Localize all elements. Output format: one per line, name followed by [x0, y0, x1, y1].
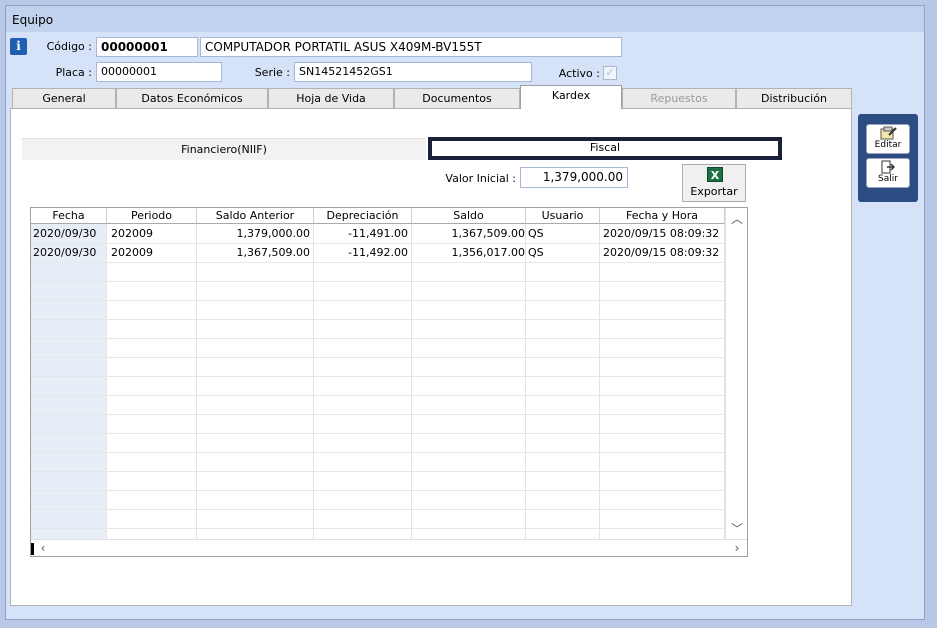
- table-cell[interactable]: 202009: [111, 224, 195, 243]
- column-header-saldo[interactable]: Saldo: [412, 208, 526, 224]
- table-cell[interactable]: 1,367,509.00: [414, 224, 525, 243]
- grid-line: [31, 319, 725, 320]
- scroll-right-icon[interactable]: ›: [731, 541, 743, 555]
- grid-line: [31, 452, 725, 453]
- grid-line: [31, 357, 725, 358]
- scroll-down-icon[interactable]: ﹀: [728, 520, 746, 537]
- tab-kardex[interactable]: Kardex: [520, 85, 622, 109]
- table-cell[interactable]: 2020/09/30: [33, 224, 105, 243]
- table-cell[interactable]: 2020/09/15 08:09:32: [603, 224, 723, 243]
- column-header-fecha[interactable]: Fecha: [31, 208, 107, 224]
- tab-documentos[interactable]: Documentos: [394, 88, 520, 109]
- column-header-depreciacion[interactable]: Depreciación: [314, 208, 412, 224]
- grid-line: [31, 281, 725, 282]
- grid-line: [31, 509, 725, 510]
- table-cell[interactable]: 1,379,000.00: [199, 224, 310, 243]
- grid-line: [31, 338, 725, 339]
- serie-label: Serie :: [254, 66, 290, 79]
- column-header-fecha-hora[interactable]: Fecha y Hora: [600, 208, 725, 224]
- horizontal-scrollbar[interactable]: ‹ ›: [31, 539, 747, 556]
- codigo-field[interactable]: 00000001: [96, 37, 198, 57]
- codigo-label: Código :: [46, 40, 92, 53]
- table-cell[interactable]: 1,356,017.00: [414, 243, 525, 262]
- table-cell[interactable]: 2020/09/30: [33, 243, 105, 262]
- subtab-fiscal[interactable]: Fiscal: [428, 137, 782, 160]
- tab-general[interactable]: General: [12, 88, 116, 109]
- valor-inicial-field[interactable]: 1,379,000.00: [520, 167, 628, 188]
- table-cell[interactable]: 202009: [111, 243, 195, 262]
- salir-button[interactable]: Salir: [866, 158, 910, 188]
- grid-line: [31, 414, 725, 415]
- title-bar: Equipo: [6, 6, 924, 32]
- grid-line: [31, 433, 725, 434]
- scroll-left-icon[interactable]: ‹: [37, 541, 49, 555]
- subtab-financiero[interactable]: Financiero(NIIF): [22, 138, 426, 160]
- excel-icon: X: [707, 167, 723, 182]
- table-cell[interactable]: QS: [528, 224, 598, 243]
- serie-field[interactable]: SN14521452GS1: [294, 62, 532, 82]
- grid-line: [31, 300, 725, 301]
- column-header-saldo-anterior[interactable]: Saldo Anterior: [197, 208, 314, 224]
- table-cell[interactable]: 1,367,509.00: [199, 243, 310, 262]
- placa-label: Placa :: [55, 66, 92, 79]
- activo-label: Activo :: [558, 67, 600, 80]
- column-header-usuario[interactable]: Usuario: [526, 208, 600, 224]
- scroll-position-marker: [31, 543, 34, 555]
- tab-hoja-de-vida[interactable]: Hoja de Vida: [268, 88, 394, 109]
- placa-field[interactable]: 00000001: [96, 62, 222, 82]
- window-title: Equipo: [12, 13, 54, 27]
- grid-line: [31, 395, 725, 396]
- table-cell[interactable]: QS: [528, 243, 598, 262]
- activo-checkbox[interactable]: ✓: [603, 66, 617, 80]
- exportar-label: Exportar: [690, 185, 738, 198]
- table-cell[interactable]: 2020/09/15 08:09:32: [603, 243, 723, 262]
- info-icon[interactable]: i: [10, 38, 27, 55]
- tab-repuestos[interactable]: Repuestos: [622, 88, 736, 109]
- tab-distribucion[interactable]: Distribución: [736, 88, 852, 109]
- grid-line: [31, 262, 725, 263]
- table-cell[interactable]: -11,492.00: [316, 243, 408, 262]
- table-cell[interactable]: -11,491.00: [316, 224, 408, 243]
- scroll-up-icon[interactable]: ︿: [728, 210, 746, 227]
- grid-line: [31, 376, 725, 377]
- valor-inicial-label: Valor Inicial :: [445, 172, 516, 185]
- salir-label: Salir: [878, 174, 898, 184]
- grid-line: [31, 528, 725, 529]
- tab-datos-economicos[interactable]: Datos Económicos: [116, 88, 268, 109]
- kardex-grid[interactable]: Fecha Periodo Saldo Anterior Depreciació…: [30, 207, 748, 557]
- grid-line: [31, 471, 725, 472]
- edit-icon: [880, 126, 897, 140]
- editar-button[interactable]: Editar: [866, 124, 910, 154]
- grid-line: [31, 490, 725, 491]
- descripcion-field[interactable]: COMPUTADOR PORTATIL ASUS X409M-BV155T: [200, 37, 622, 57]
- editar-label: Editar: [874, 140, 902, 150]
- vertical-scrollbar[interactable]: ︿ ﹀: [725, 208, 747, 539]
- column-header-periodo[interactable]: Periodo: [107, 208, 197, 224]
- exit-icon: [881, 160, 895, 174]
